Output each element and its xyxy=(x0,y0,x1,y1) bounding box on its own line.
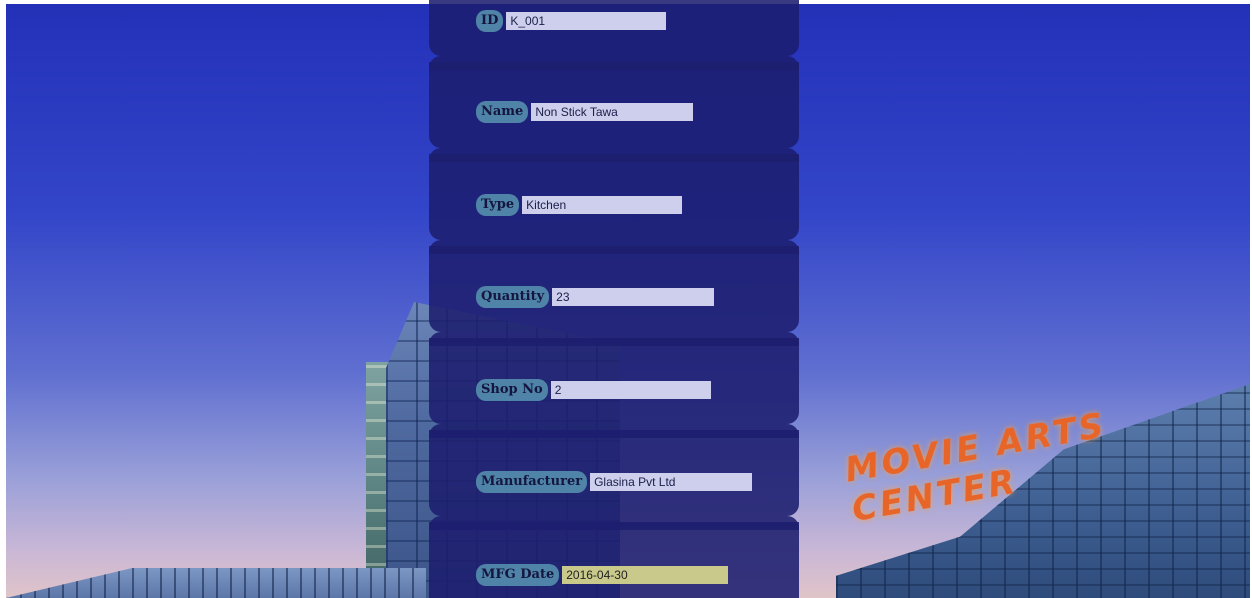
form-row-shop-no: Shop No 2 xyxy=(429,332,799,424)
shop-no-field: Shop No 2 xyxy=(476,379,711,401)
manufacturer-field: Manufacturer Glasina Pvt Ltd xyxy=(476,471,753,493)
shop-no-label: Shop No xyxy=(476,379,548,401)
id-input[interactable]: K_001 xyxy=(506,12,667,30)
id-label: ID xyxy=(476,10,504,32)
manufacturer-label: Manufacturer xyxy=(476,471,588,493)
name-field: Name Non Stick Tawa xyxy=(476,101,694,123)
name-label: Name xyxy=(476,101,529,123)
form-row-id: ID K_001 xyxy=(429,0,799,56)
quantity-label: Quantity xyxy=(476,286,550,308)
product-form: ID K_001 Name Non Stick Tawa Type Kitche… xyxy=(429,0,799,598)
form-row-name: Name Non Stick Tawa xyxy=(429,56,799,148)
mfg-date-input[interactable]: 2016-04-30 xyxy=(562,566,729,584)
form-row-manufacturer: Manufacturer Glasina Pvt Ltd xyxy=(429,424,799,516)
quantity-input[interactable]: 23 xyxy=(552,288,715,306)
form-row-type: Type Kitchen xyxy=(429,148,799,240)
shop-no-input[interactable]: 2 xyxy=(550,381,711,399)
quantity-field: Quantity 23 xyxy=(476,286,715,308)
id-field: ID K_001 xyxy=(476,10,667,32)
type-label: Type xyxy=(476,194,520,216)
mfg-date-label: MFG Date xyxy=(476,564,560,586)
form-row-mfg-date: MFG Date 2016-04-30 xyxy=(429,516,799,598)
type-field: Type Kitchen xyxy=(476,194,683,216)
type-input[interactable]: Kitchen xyxy=(522,196,683,214)
manufacturer-input[interactable]: Glasina Pvt Ltd xyxy=(590,473,753,491)
mfg-date-field: MFG Date 2016-04-30 xyxy=(476,564,729,586)
form-row-quantity: Quantity 23 xyxy=(429,240,799,332)
name-input[interactable]: Non Stick Tawa xyxy=(531,103,694,121)
